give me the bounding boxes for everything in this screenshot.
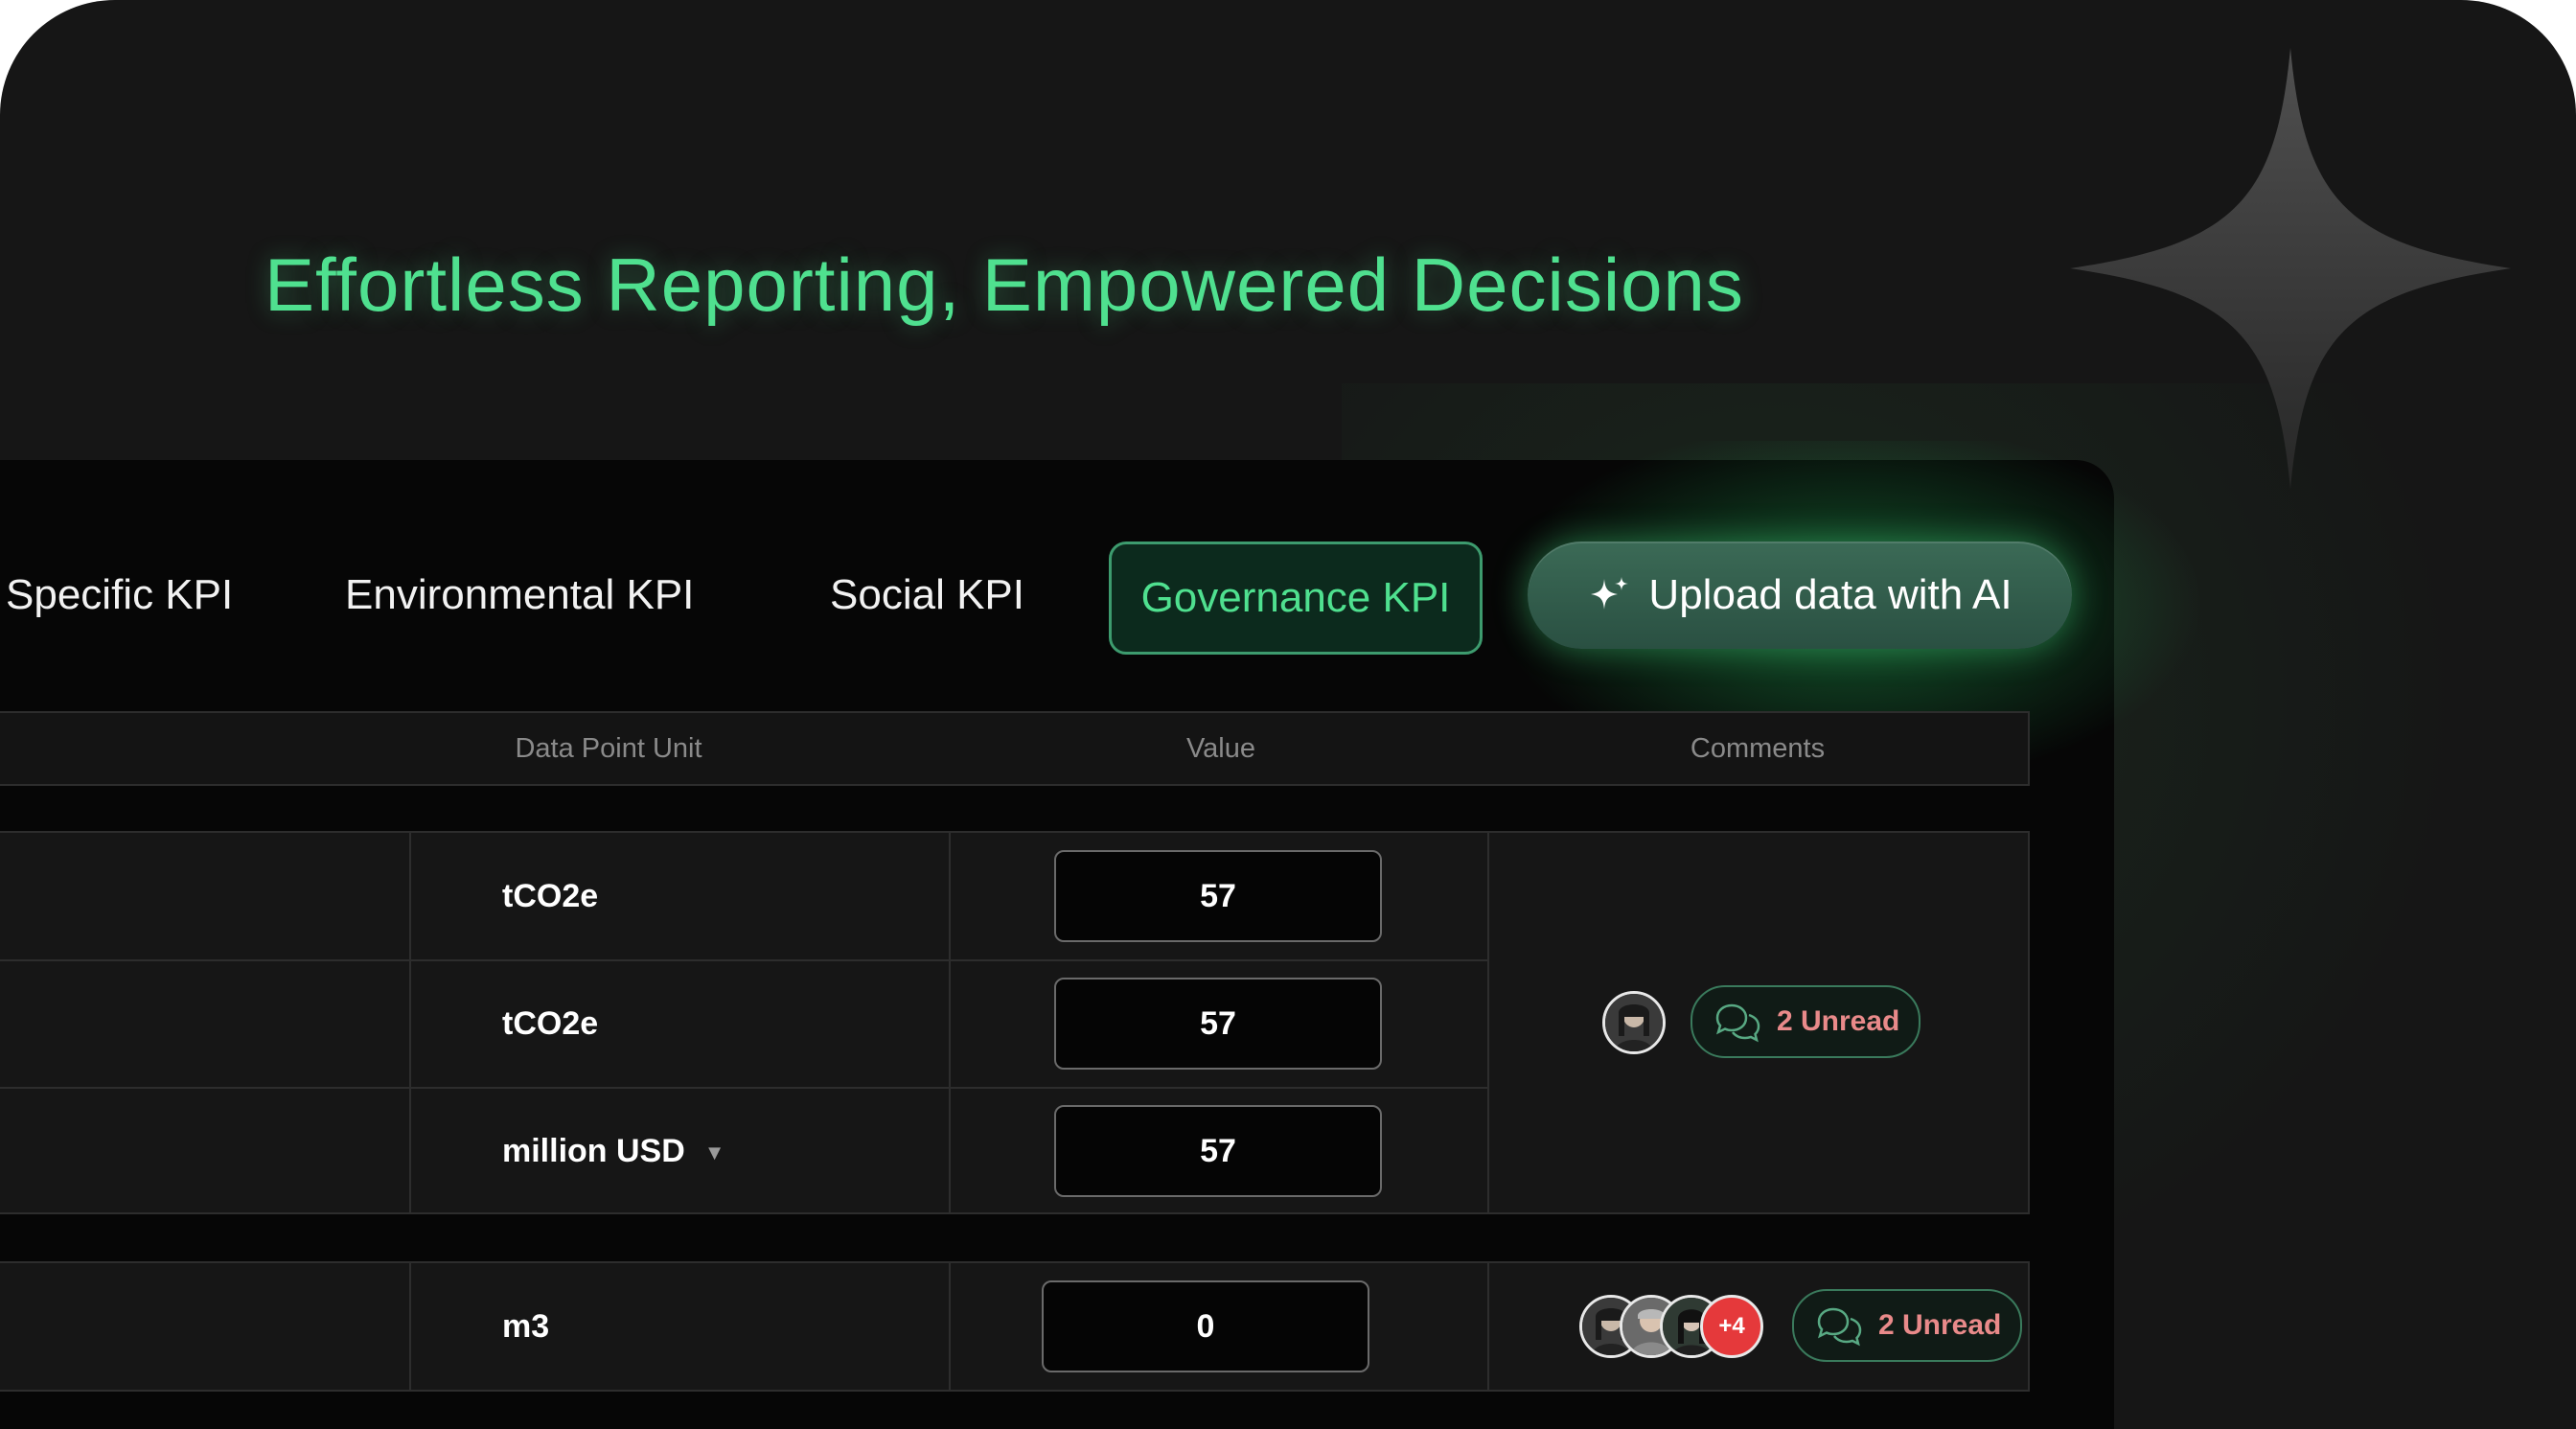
value-input[interactable]: 57: [1054, 1105, 1382, 1197]
tab-social-kpi[interactable]: Social KPI: [830, 542, 1024, 649]
sparkle-icon: [1591, 577, 1629, 610]
value-input[interactable]: 57: [1054, 978, 1382, 1070]
kpi-panel: Specific KPI Environmental KPI Social KP…: [0, 441, 2233, 1429]
unread-count: 2 Unread: [1878, 1309, 2002, 1341]
column-header-comments: Comments: [1690, 733, 1826, 764]
decorative-star-icon: [2070, 48, 2511, 489]
tab-environmental-kpi[interactable]: Environmental KPI: [345, 542, 694, 649]
unit-dropdown[interactable]: million USD ▼: [502, 1088, 725, 1214]
kpi-tabs: Specific KPI Environmental KPI Social KP…: [0, 460, 2114, 655]
chat-bubbles-icon: [1715, 1003, 1760, 1043]
column-divider: [1487, 833, 1489, 1212]
value-input[interactable]: 0: [1042, 1280, 1369, 1372]
table-group: m3 0 +4 2 Unread: [0, 1261, 2030, 1392]
upload-data-with-ai-button[interactable]: Upload data with AI: [1528, 542, 2072, 649]
unread-comments-button[interactable]: 2 Unread: [1792, 1289, 2023, 1362]
table-row: m3 0: [0, 1263, 1487, 1390]
data-point-unit: tCO2e: [502, 1005, 599, 1042]
unread-comments-button[interactable]: 2 Unread: [1690, 985, 1921, 1058]
unread-count: 2 Unread: [1777, 1005, 1900, 1037]
table-row: tCO2e 57: [0, 833, 1487, 961]
table-header: Data Point Unit Value Comments: [0, 711, 2030, 786]
table-row: million USD ▼ 57: [0, 1088, 1487, 1214]
upload-data-with-ai-label: Upload data with AI: [1648, 571, 2012, 618]
table-row: tCO2e 57: [0, 960, 1487, 1089]
chat-bubbles-icon: [1817, 1307, 1862, 1347]
more-avatars-badge[interactable]: +4: [1700, 1295, 1763, 1358]
value-input[interactable]: 57: [1054, 850, 1382, 942]
data-point-unit: tCO2e: [502, 878, 599, 914]
page-title: Effortless Reporting, Empowered Decision…: [264, 242, 1744, 327]
column-divider: [1487, 1263, 1489, 1390]
tab-specific-kpi[interactable]: Specific KPI: [6, 542, 233, 649]
app-frame: Effortless Reporting, Empowered Decision…: [0, 0, 2576, 1429]
tab-governance-kpi[interactable]: Governance KPI: [1109, 542, 1483, 655]
data-point-unit: m3: [502, 1308, 550, 1345]
data-point-unit: million USD: [502, 1133, 685, 1169]
column-header-value: Value: [1185, 733, 1256, 764]
column-header-unit: Data Point Unit: [515, 733, 702, 764]
chevron-down-icon: ▼: [703, 1141, 725, 1165]
table-group: tCO2e 57 tCO2e 57 million USD ▼ 57 2 Unr…: [0, 831, 2030, 1214]
avatar[interactable]: [1602, 991, 1666, 1054]
